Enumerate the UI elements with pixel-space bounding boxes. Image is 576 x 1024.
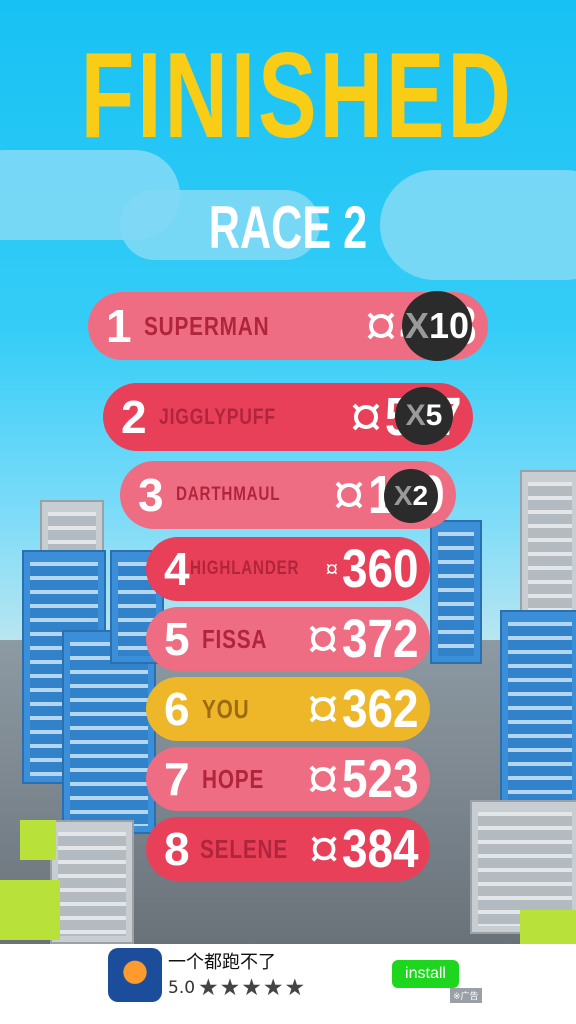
score-value: 384 xyxy=(342,819,419,879)
rank-number: 1 xyxy=(106,300,132,352)
leaderboard-row: 7 HOPE 523 xyxy=(146,747,430,811)
coin-icon xyxy=(309,625,337,653)
multiplier-badge: X 10 xyxy=(402,291,472,361)
player-name: SELENE xyxy=(199,833,288,864)
coin-icon xyxy=(335,481,363,509)
score-value: 362 xyxy=(342,679,419,739)
player-name: JIGGLYPUFF xyxy=(159,404,276,429)
grass xyxy=(20,820,56,860)
grass xyxy=(0,880,60,940)
coin-icon xyxy=(326,563,338,575)
rank-number: 8 xyxy=(164,823,190,875)
leaderboard-row: 5 FISSA 372 xyxy=(146,607,430,671)
leaderboard-row: 8 SELENE 384 xyxy=(146,817,430,881)
player-name: SUPERMAN xyxy=(144,310,270,341)
rank-number: 2 xyxy=(121,391,147,443)
building xyxy=(50,820,134,944)
leaderboard-row-you: 6 YOU 362 xyxy=(146,677,430,741)
coin-icon xyxy=(309,765,337,793)
player-name: YOU xyxy=(202,693,250,724)
score-value: 372 xyxy=(342,609,419,669)
rank-number: 5 xyxy=(164,613,190,665)
app-icon[interactable] xyxy=(108,948,162,1002)
rank-number: 7 xyxy=(164,753,190,805)
leaderboard-row: 4 HIGHLANDER 360 xyxy=(146,537,430,601)
score-value: 523 xyxy=(342,749,419,809)
ad-banner[interactable]: 一个都跑不了 5.0 ★★★★★ install ※广告 xyxy=(0,944,576,1024)
player-name: DARTHMAUL xyxy=(176,484,281,505)
score-value: 360 xyxy=(342,539,419,599)
multiplier-badge: X2 xyxy=(384,469,438,523)
ad-app-name: 一个都跑不了 xyxy=(168,952,276,973)
multiplier-badge: X5 xyxy=(395,387,453,445)
grass xyxy=(520,910,576,944)
coin-icon xyxy=(309,695,337,723)
star-rating-icon: ★★★★★ xyxy=(198,975,307,1001)
leaderboard-row: 1 SUPERMAN 458 X10 xyxy=(88,291,488,361)
building xyxy=(500,610,576,814)
building xyxy=(430,520,482,664)
leaderboard-row: 2 JIGGLYPUFF 537 X5 xyxy=(103,383,473,451)
player-name: HIGHLANDER xyxy=(189,558,299,579)
ad-rating: 5.0 xyxy=(168,978,196,998)
leaderboard-row: 3 DARTHMAUL 199 X2 xyxy=(120,461,456,529)
ad-tag: ※广告 xyxy=(450,988,482,1003)
rank-number: 3 xyxy=(138,469,164,521)
coin-icon xyxy=(352,403,380,431)
race-subtitle: RACE 2 xyxy=(208,194,368,261)
player-name: HOPE xyxy=(202,763,265,794)
rank-number: 4 xyxy=(164,543,190,595)
player-name: FISSA xyxy=(202,623,268,654)
finished-title: FINISHED xyxy=(80,27,514,163)
coin-icon xyxy=(367,312,395,340)
rank-number: 6 xyxy=(164,683,190,735)
coin-icon xyxy=(311,836,337,862)
install-button[interactable]: install xyxy=(392,960,459,988)
